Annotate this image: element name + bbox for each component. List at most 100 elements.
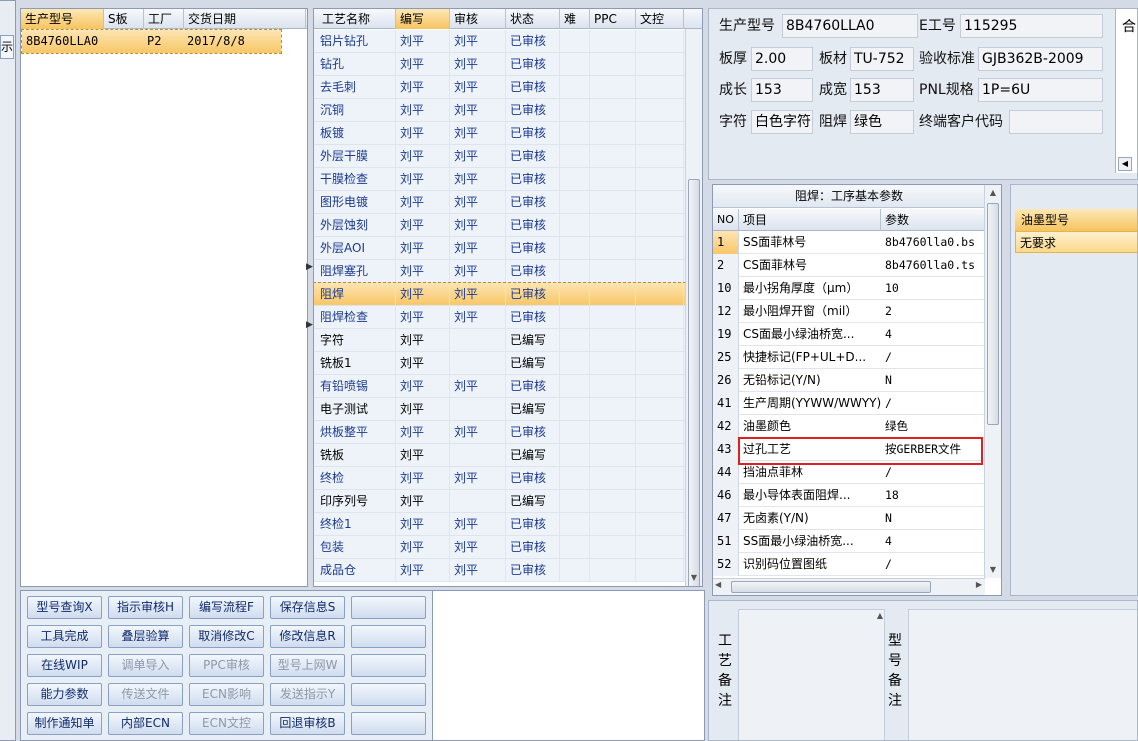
empty-button[interactable]	[351, 625, 426, 648]
action-button[interactable]: 型号上网W	[270, 654, 345, 677]
process-row[interactable]: 去毛刺 刘平 刘平 已审核	[314, 76, 685, 99]
process-row[interactable]: 沉铜 刘平 刘平 已审核	[314, 99, 685, 122]
process-row[interactable]: 铝片钻孔 刘平 刘平 已审核	[314, 30, 685, 53]
process-row[interactable]: 成品仓 刘平 刘平 已审核	[314, 559, 685, 582]
params-scrollbar[interactable]: ▲ ▼	[984, 185, 1001, 578]
process-scrollbar[interactable]: ▼	[685, 29, 702, 586]
action-button[interactable]: 内部ECN	[108, 712, 183, 735]
process-row[interactable]: 铣板1 刘平 已编写	[314, 352, 685, 375]
standard-field[interactable]: GJB362B-2009	[978, 47, 1103, 71]
process-scroll-thumb[interactable]	[688, 179, 700, 586]
process-row[interactable]: 外层蚀刻 刘平 刘平 已审核	[314, 214, 685, 237]
action-button[interactable]: 修改信息R	[270, 625, 345, 648]
process-row[interactable]: 印序列号 刘平 已编写	[314, 490, 685, 513]
col-header-reviewer[interactable]: 审核	[450, 9, 506, 29]
action-button[interactable]: 能力参数	[27, 683, 102, 706]
param-row[interactable]: 41 生产周期(YYWW/WWYY) /	[713, 392, 984, 415]
action-button[interactable]: 工具完成	[27, 625, 102, 648]
param-row[interactable]: 47 无卤素(Y/N) N	[713, 507, 984, 530]
scroll-up-icon[interactable]: ▲	[985, 185, 1001, 201]
param-row[interactable]: 26 无铅标记(Y/N) N	[713, 369, 984, 392]
params-hscroll-thumb[interactable]	[731, 581, 931, 593]
action-button[interactable]: 型号查询X	[27, 596, 102, 619]
ink-value[interactable]: 无要求	[1015, 231, 1137, 253]
param-row[interactable]: 25 快捷标记(FP+UL+D... /	[713, 346, 984, 369]
empty-button[interactable]	[351, 712, 426, 735]
action-button[interactable]: ECN文控	[189, 712, 264, 735]
process-row[interactable]: 图形电镀 刘平 刘平 已审核	[314, 191, 685, 214]
col-header-status[interactable]: 状态	[506, 9, 560, 29]
action-button[interactable]: 保存信息S	[270, 596, 345, 619]
model-field[interactable]: 8B4760LLA0	[782, 14, 918, 38]
col-header-item[interactable]: 项目	[739, 209, 881, 231]
process-row[interactable]: 干膜检查 刘平 刘平 已审核	[314, 168, 685, 191]
action-button[interactable]: 取消修改C	[189, 625, 264, 648]
param-row[interactable]: 12 最小阻焊开窗（mil） 2	[713, 300, 984, 323]
process-row[interactable]: 板镀 刘平 刘平 已审核	[314, 122, 685, 145]
pnl-field[interactable]: 1P=6U	[978, 78, 1103, 102]
col-header-date[interactable]: 交货日期	[184, 9, 306, 29]
param-row[interactable]: 42 油墨颜色 绿色	[713, 415, 984, 438]
action-button[interactable]: 叠层验算	[108, 625, 183, 648]
left-edge-button[interactable]: 示	[0, 35, 14, 59]
process-row[interactable]: 电子测试 刘平 已编写	[314, 398, 685, 421]
process-notes-field[interactable]: ▲	[738, 609, 885, 740]
width-field[interactable]: 153	[850, 78, 914, 102]
col-header-param[interactable]: 参数	[881, 209, 985, 231]
process-row[interactable]: 终检1 刘平 刘平 已审核	[314, 513, 685, 536]
col-header-factory[interactable]: 工厂	[144, 9, 184, 29]
char-field[interactable]: 白色字符	[751, 110, 813, 134]
empty-button[interactable]	[351, 596, 426, 619]
empty-button[interactable]	[351, 654, 426, 677]
process-row[interactable]: 包装 刘平 刘平 已审核	[314, 536, 685, 559]
action-button[interactable]: 回退审核B	[270, 712, 345, 735]
process-row[interactable]: 外层AOI 刘平 刘平 已审核	[314, 237, 685, 260]
param-row[interactable]: 2 CS面菲林号 8b4760lla0.ts	[713, 254, 984, 277]
scroll-down-icon[interactable]: ▼	[686, 570, 702, 586]
process-row[interactable]: 外层干膜 刘平 刘平 已审核	[314, 145, 685, 168]
empty-button[interactable]	[351, 683, 426, 706]
scroll-left-icon[interactable]: ◀	[1118, 157, 1132, 171]
col-header-model[interactable]: 生产型号	[21, 9, 104, 29]
process-row[interactable]: 钻孔 刘平 刘平 已审核	[314, 53, 685, 76]
col-header-no[interactable]: NO	[713, 209, 739, 231]
action-button[interactable]: 发送指示Y	[270, 683, 345, 706]
action-button[interactable]: 传送文件	[108, 683, 183, 706]
mask-field[interactable]: 绿色	[850, 110, 914, 134]
thickness-field[interactable]: 2.00	[751, 47, 813, 71]
col-header-doc-control[interactable]: 文控	[636, 9, 684, 29]
scroll-left-icon[interactable]: ◀	[715, 580, 721, 589]
params-hscrollbar[interactable]: ◀ ▶	[713, 578, 985, 595]
process-row[interactable]: 终检 刘平 刘平 已审核	[314, 467, 685, 490]
eno-field[interactable]: 115295	[960, 14, 1103, 38]
param-row[interactable]: 51 SS面最小绿油桥宽... 4	[713, 530, 984, 553]
model-row[interactable]: 8B4760LLA0 P2 2017/8/8	[21, 29, 282, 54]
col-header-ppc[interactable]: PPC	[590, 9, 636, 29]
action-button[interactable]: 调单导入	[108, 654, 183, 677]
customer-code-field[interactable]	[1009, 110, 1103, 134]
process-row[interactable]: 铣板 刘平 已编写	[314, 444, 685, 467]
param-row[interactable]: 46 最小导体表面阻焊... 18	[713, 484, 984, 507]
param-row[interactable]: 52 识别码位置图纸 /	[713, 553, 984, 576]
action-button[interactable]: 指示审核H	[108, 596, 183, 619]
param-row[interactable]: 10 最小拐角厚度（μm） 10	[713, 277, 984, 300]
length-field[interactable]: 153	[751, 78, 813, 102]
col-header-s-board[interactable]: S板	[104, 9, 144, 29]
col-header-difficulty[interactable]: 难	[560, 9, 590, 29]
splitter-arrow-icon[interactable]: ▶	[306, 262, 313, 272]
action-button[interactable]: 编写流程F	[189, 596, 264, 619]
process-row[interactable]: 阻焊检查 刘平 刘平 已审核	[314, 306, 685, 329]
params-scroll-thumb[interactable]	[987, 203, 999, 425]
process-row[interactable]: 烘板整平 刘平 刘平 已审核	[314, 421, 685, 444]
param-row[interactable]: 19 CS面最小绿油桥宽... 4	[713, 323, 984, 346]
scroll-right-icon[interactable]: ▶	[976, 580, 982, 589]
scroll-up-icon[interactable]: ▲	[877, 611, 883, 620]
action-button[interactable]: 在线WIP	[27, 654, 102, 677]
splitter-arrow-icon[interactable]: ▶	[306, 320, 313, 330]
process-row[interactable]: 有铅喷锡 刘平 刘平 已审核	[314, 375, 685, 398]
process-row[interactable]: 字符 刘平 已编写	[314, 329, 685, 352]
action-button[interactable]: ECN影响	[189, 683, 264, 706]
scroll-down-icon[interactable]: ▼	[985, 562, 1001, 578]
action-button[interactable]: PPC审核	[189, 654, 264, 677]
process-row[interactable]: 阻焊塞孔 刘平 刘平 已审核	[314, 260, 685, 283]
